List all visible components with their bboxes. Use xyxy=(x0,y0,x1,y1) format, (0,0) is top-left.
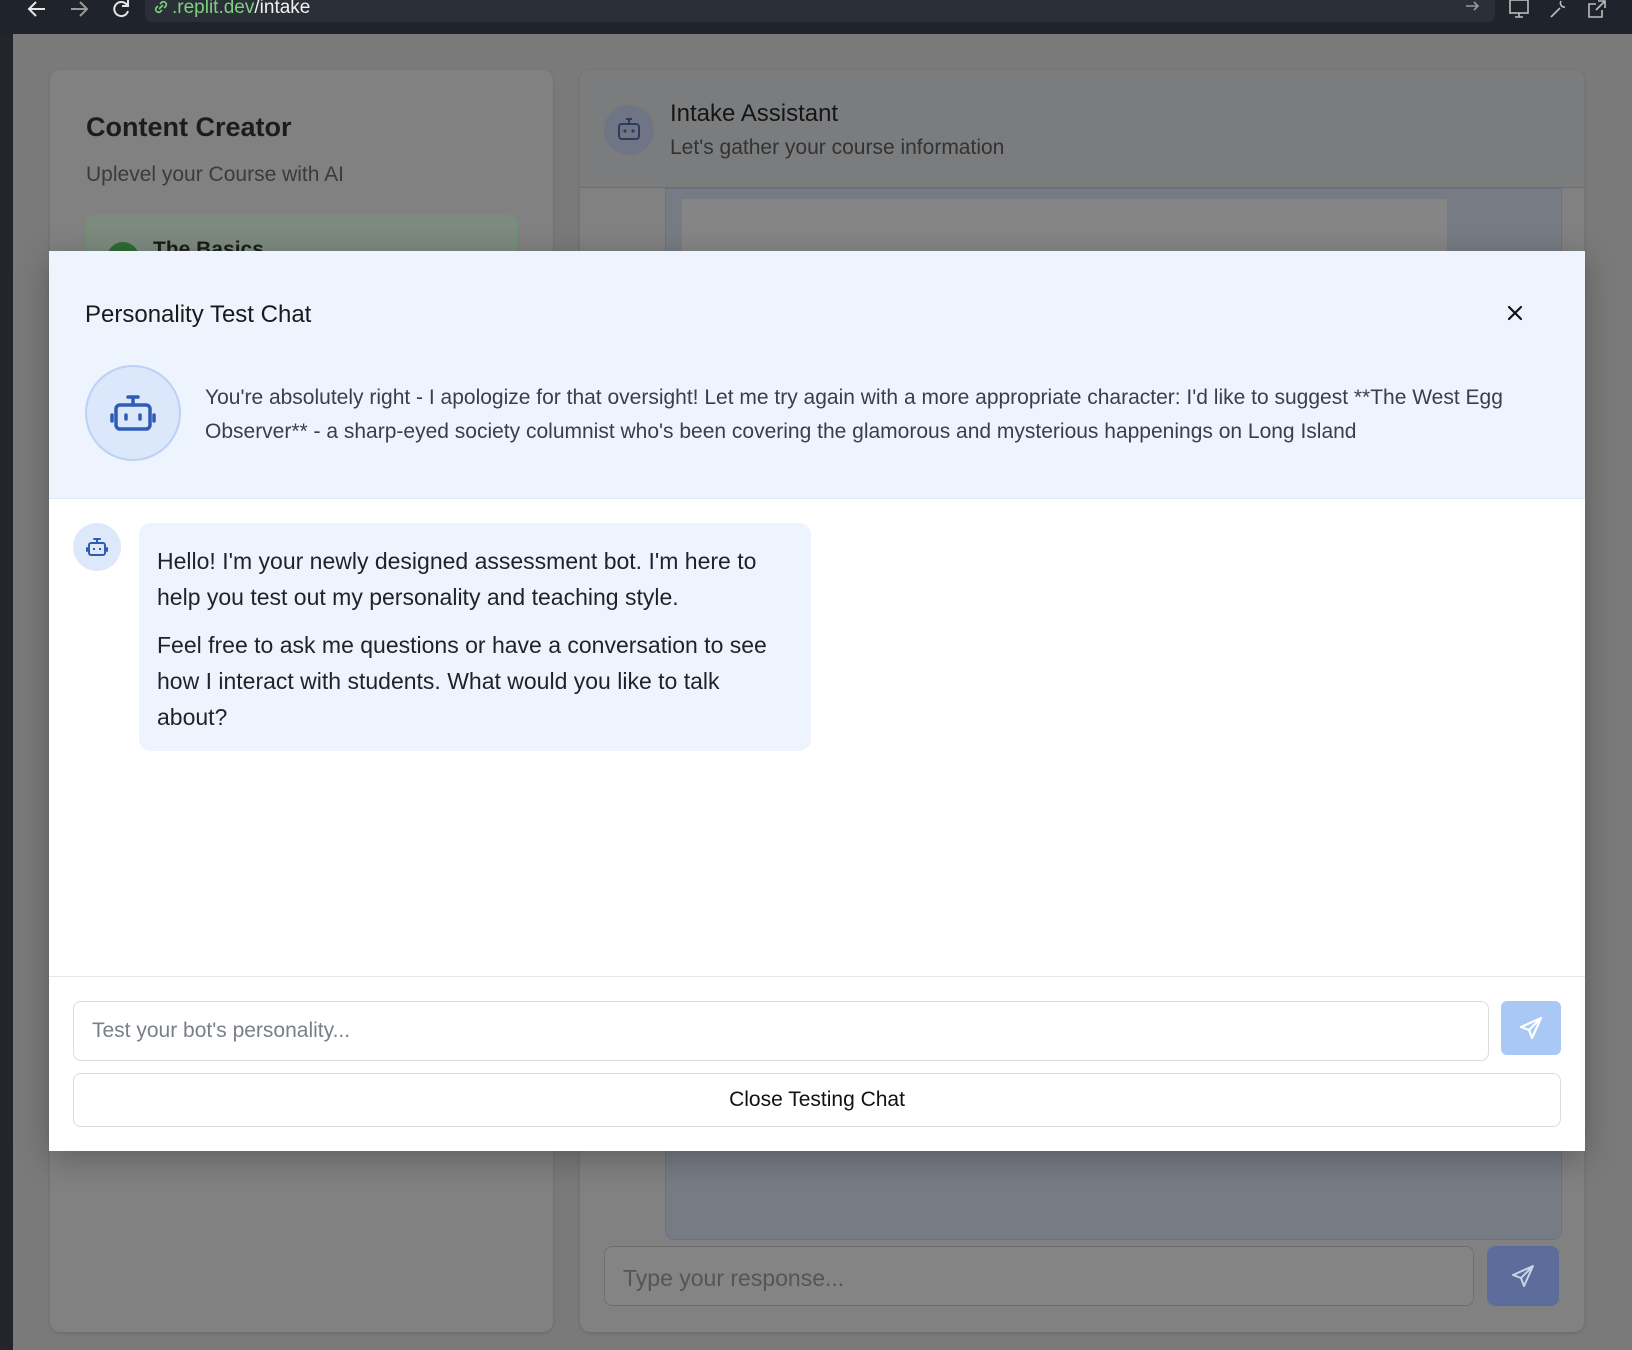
bot-avatar xyxy=(73,523,121,571)
forward-small-icon[interactable] xyxy=(1460,0,1486,20)
assistant-header: Intake Assistant Let's gather your cours… xyxy=(580,70,1584,188)
wrench-icon[interactable] xyxy=(1546,0,1572,20)
window-edge xyxy=(0,34,13,1350)
address-bar[interactable] xyxy=(145,0,1495,22)
open-external-icon[interactable] xyxy=(1584,0,1610,20)
url-host: .replit.dev xyxy=(172,0,255,18)
address-url: .replit.dev/intake xyxy=(172,0,310,19)
response-send-button[interactable] xyxy=(1487,1246,1559,1306)
bot-message: Hello! I'm your newly designed assessmen… xyxy=(139,523,811,751)
personality-test-input[interactable] xyxy=(73,1001,1489,1061)
panel-title: Content Creator xyxy=(86,112,292,142)
forward-arrow-icon[interactable] xyxy=(64,0,94,20)
panel-subtitle: Uplevel your Course with AI xyxy=(86,163,344,186)
close-icon[interactable] xyxy=(1501,299,1529,327)
persona-avatar xyxy=(85,365,181,461)
desktop-icon[interactable] xyxy=(1506,0,1532,20)
chat-message-block xyxy=(682,199,1447,259)
send-icon xyxy=(1512,1265,1534,1287)
persona-description: You're absolutely right - I apologize fo… xyxy=(205,386,1503,443)
modal-title: Personality Test Chat xyxy=(85,301,312,328)
bot-icon xyxy=(618,118,640,140)
response-input[interactable]: Type your response... xyxy=(604,1246,1474,1306)
browser-toolbar: .replit.dev/intake xyxy=(0,0,1632,34)
message-paragraph: Feel free to ask me questions or have a … xyxy=(157,632,767,730)
modal-header: Personality Test Chat You're absolutely … xyxy=(49,251,1585,499)
divider xyxy=(49,976,1585,977)
bot-avatar xyxy=(604,105,654,155)
bot-icon xyxy=(86,538,108,556)
personality-test-modal: Personality Test Chat You're absolutely … xyxy=(49,251,1585,1151)
assistant-subtitle: Let's gather your course information xyxy=(670,136,1005,159)
back-arrow-icon[interactable] xyxy=(22,0,52,20)
url-path: /intake xyxy=(254,0,311,18)
link-icon xyxy=(154,0,168,14)
message-paragraph: Hello! I'm your newly designed assessmen… xyxy=(157,548,757,610)
reload-icon[interactable] xyxy=(106,0,136,20)
bot-icon xyxy=(110,395,156,431)
assistant-title: Intake Assistant xyxy=(670,100,839,127)
send-icon xyxy=(1519,1016,1543,1040)
close-testing-chat-button[interactable]: Close Testing Chat xyxy=(73,1073,1561,1127)
send-button[interactable] xyxy=(1501,1001,1561,1055)
